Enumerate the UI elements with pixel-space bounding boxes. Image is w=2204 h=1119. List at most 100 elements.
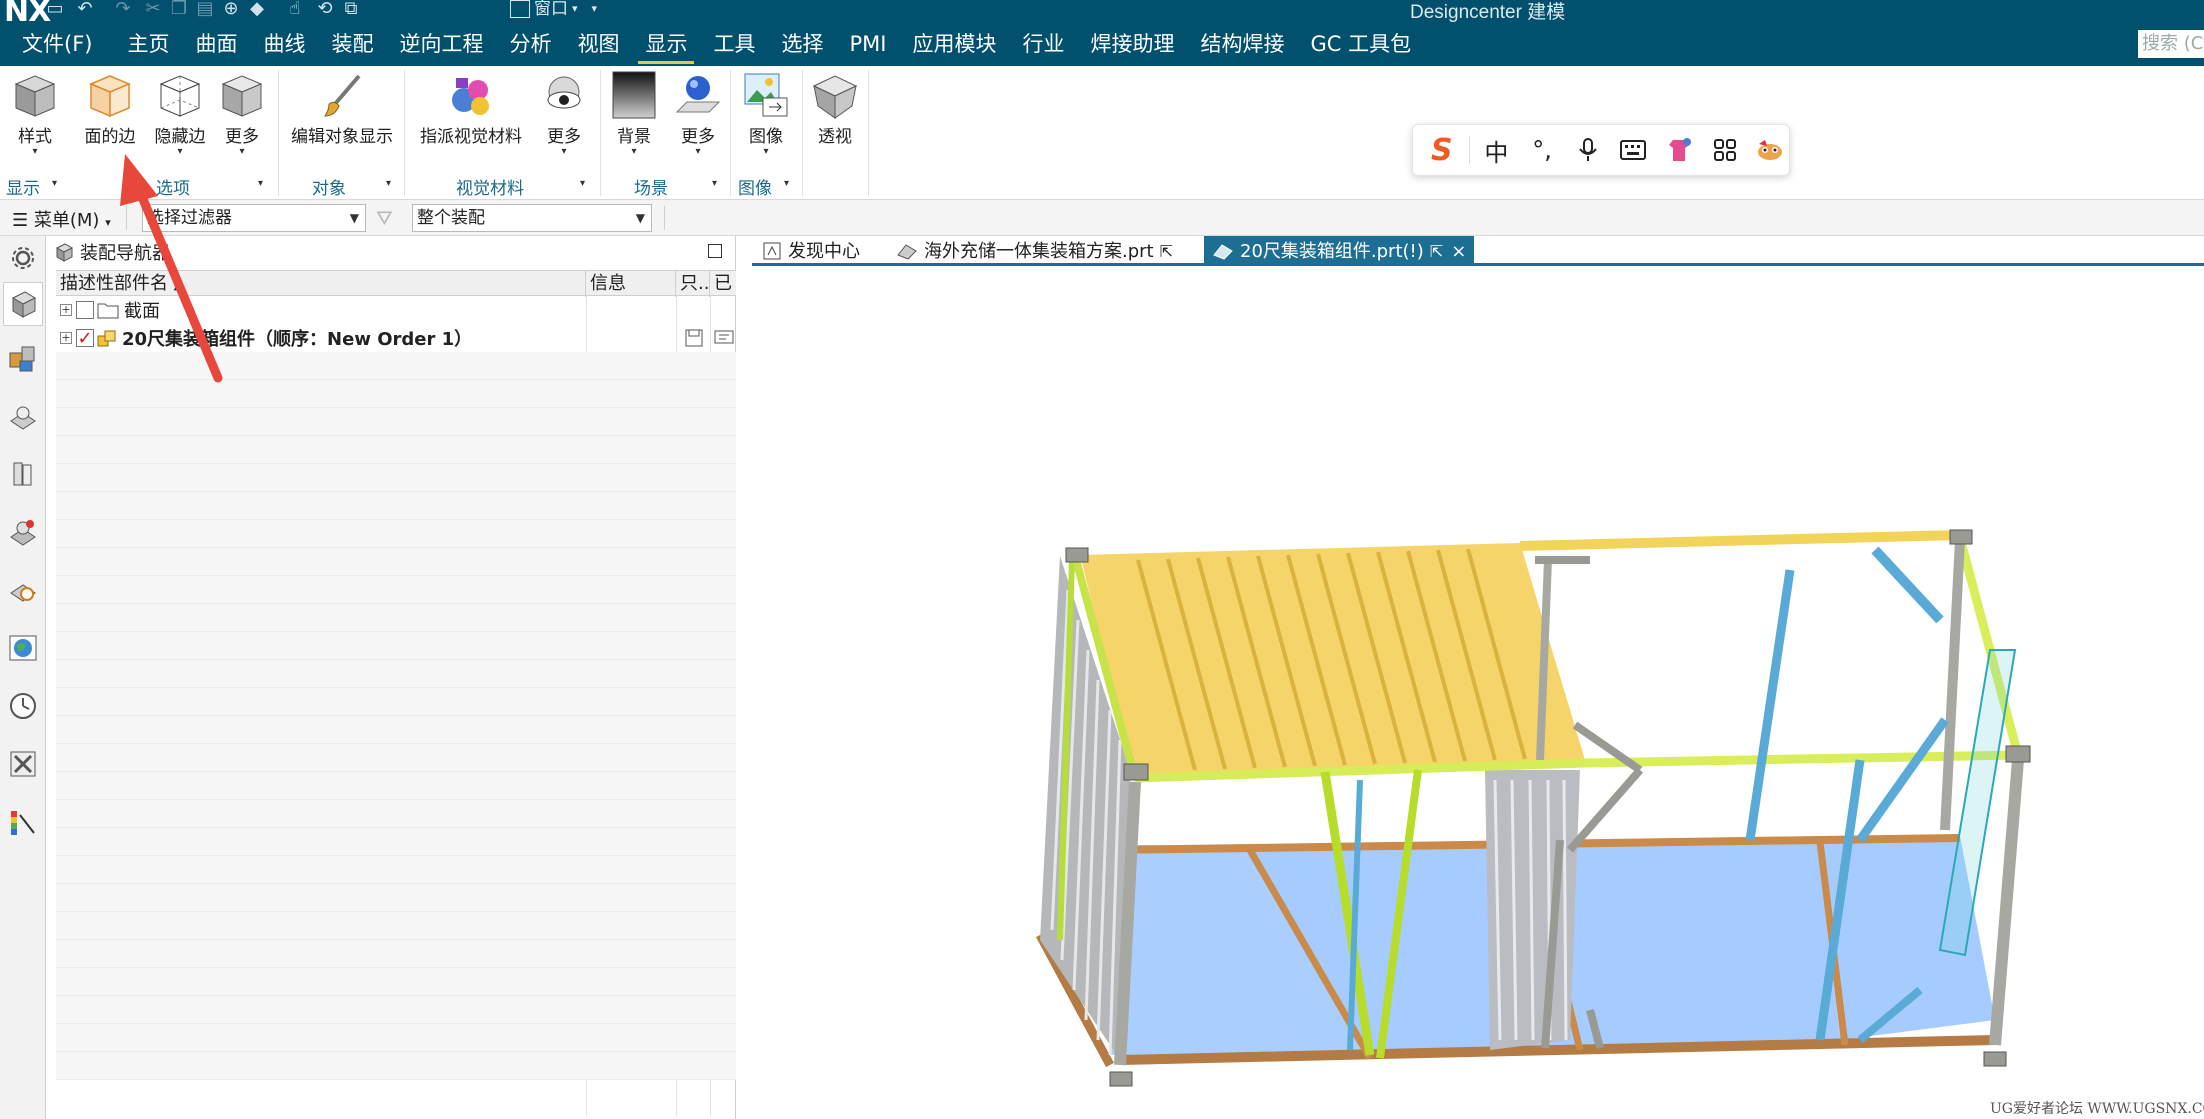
keyboard-icon[interactable] — [1614, 131, 1652, 169]
menu-surface[interactable]: 曲面 — [182, 22, 250, 66]
column-header-modified[interactable]: 已 — [710, 271, 736, 297]
menu-analysis[interactable]: 分析 — [496, 22, 564, 66]
face-edges-button[interactable]: 面的边 — [78, 70, 142, 147]
assembly-scope-dropdown[interactable]: 整个装配 ▼ — [412, 204, 652, 232]
container-3d-model[interactable] — [752, 269, 2204, 1119]
main-menu-button[interactable]: ☰ 菜单(M) ▾ — [12, 206, 111, 232]
tree-node-root-assembly[interactable]: + ✓ 20尺集装箱组件（顺序：New Order 1） — [60, 324, 472, 352]
menu-pmi[interactable]: PMI — [836, 22, 899, 66]
settings-gear-icon[interactable] — [5, 240, 41, 276]
menu-weld-assistant[interactable]: 焊接助理 — [1077, 22, 1187, 66]
customize-quick-access-icon[interactable]: ▾ — [592, 0, 598, 18]
hidden-edges-button[interactable]: 隐藏边 ▾ — [148, 70, 212, 157]
menu-assembly[interactable]: 装配 — [318, 22, 386, 66]
more-edges-button[interactable]: 更多 ▾ — [216, 70, 268, 157]
mascot-icon[interactable] — [1751, 131, 1789, 169]
repeat-command-icon[interactable]: ⊕ — [218, 0, 244, 18]
paint-brush-icon — [317, 70, 367, 120]
process-studio-icon[interactable] — [5, 746, 41, 782]
menu-file[interactable]: 文件(F) — [0, 22, 114, 66]
reuse-library-icon[interactable] — [5, 456, 41, 492]
table-row — [56, 576, 736, 604]
chevron-down-icon: ▾ — [763, 146, 769, 157]
visibility-checkbox[interactable] — [76, 301, 94, 319]
menu-selection[interactable]: 选择 — [768, 22, 836, 66]
menu-gc-toolkit[interactable]: GC 工具包 — [1297, 22, 1424, 66]
assign-visual-material-button[interactable]: 指派视觉材料 — [418, 70, 524, 147]
microphone-icon[interactable] — [1569, 131, 1607, 169]
background-button[interactable]: 背景 ▾ — [606, 70, 662, 157]
touch-mode-icon[interactable]: ☝ — [282, 0, 308, 18]
maximize-panel-icon[interactable] — [708, 244, 722, 258]
group-scene-dropdown[interactable]: ▾ — [712, 178, 717, 189]
tree-node-label: 截面 — [124, 301, 160, 322]
visibility-checkbox[interactable]: ✓ — [76, 328, 94, 349]
tab-20ft-container-assembly[interactable]: 20尺集装箱组件.prt(!) ⇱ × — [1204, 236, 1475, 266]
menu-reverse-engineering[interactable]: 逆向工程 — [386, 22, 496, 66]
close-icon[interactable]: × — [1451, 237, 1466, 266]
undo-icon[interactable]: ↶ — [72, 0, 98, 18]
image-button[interactable]: 图像 ▾ — [738, 70, 794, 157]
display-mode-icon[interactable]: ◆ — [244, 0, 270, 18]
table-row — [56, 1024, 736, 1052]
menu-applications[interactable]: 应用模块 — [899, 22, 1009, 66]
system-materials-icon[interactable] — [5, 804, 41, 840]
external-edit-icon[interactable]: ⇱ — [1160, 237, 1173, 266]
group-label-scene: 场景 — [634, 179, 668, 199]
menu-structure-welding[interactable]: 结构焊接 — [1187, 22, 1297, 66]
tab-discovery-center[interactable]: 发现中心 — [754, 236, 868, 266]
orient-view-icon[interactable]: ⟲ — [312, 0, 338, 18]
menu-display[interactable]: 显示 — [632, 22, 700, 66]
assembly-navigator-tab[interactable] — [3, 282, 43, 326]
window-menu[interactable]: 窗口 ▾ ▾ — [510, 0, 597, 18]
group-edges-dropdown[interactable]: ▾ — [258, 178, 263, 189]
perspective-button[interactable]: 透视 — [808, 70, 862, 147]
hd3d-tools-icon[interactable] — [5, 514, 41, 550]
group-label-visual-material: 视觉材料 — [456, 179, 524, 199]
filter-funnel-icon[interactable]: ⛛ — [376, 206, 393, 230]
ime-language-toggle[interactable]: 中 — [1478, 131, 1516, 169]
cut-icon[interactable]: ✂ — [140, 0, 166, 18]
menu-view[interactable]: 视图 — [564, 22, 632, 66]
skin-shirt-icon[interactable] — [1660, 131, 1698, 169]
globe-icon[interactable] — [5, 630, 41, 666]
tab-container-plan-part[interactable]: 海外充储一体集装箱方案.prt ⇱ — [888, 236, 1181, 266]
paste-icon[interactable]: ▤ — [192, 0, 218, 18]
selection-filter-dropdown[interactable]: 选择过滤器 ▼ — [142, 204, 366, 232]
sogou-logo-icon[interactable]: S — [1423, 131, 1461, 169]
part-navigator-icon[interactable] — [5, 398, 41, 434]
menu-curve[interactable]: 曲线 — [250, 22, 318, 66]
window-switch-icon[interactable]: ⧉ — [338, 0, 364, 18]
assembly-cube-icon — [55, 243, 74, 262]
tree-node-section[interactable]: + 截面 — [60, 296, 160, 324]
group-object-dropdown[interactable]: ▾ — [386, 178, 391, 189]
group-visual-material-dropdown[interactable]: ▾ — [580, 178, 585, 189]
more-scene-button[interactable]: 更多 ▾ — [670, 70, 726, 157]
web-browser-icon[interactable] — [5, 572, 41, 608]
more-material-button[interactable]: 更多 ▾ — [536, 70, 592, 157]
redo-icon[interactable]: ↷ — [110, 0, 136, 18]
graphics-window[interactable] — [752, 269, 2204, 1119]
ime-punctuation-toggle[interactable]: °, — [1523, 131, 1561, 169]
history-clock-icon[interactable] — [5, 688, 41, 724]
column-header-info[interactable]: 信息 — [586, 271, 676, 297]
save-icon[interactable]: ▭ — [42, 0, 68, 18]
forum-watermark: UG爱好者论坛 WWW.UGSNX.COM — [1990, 1101, 2204, 1117]
column-header-part-name[interactable]: 描述性部件名 ▲ — [56, 271, 586, 297]
group-display-dropdown[interactable]: ▾ — [52, 178, 57, 189]
expand-icon[interactable]: + — [60, 304, 72, 316]
menu-home[interactable]: 主页 — [114, 22, 182, 66]
copy-icon[interactable]: ❐ — [166, 0, 192, 18]
tab-label: 海外充储一体集装箱方案.prt — [924, 240, 1154, 262]
toolbox-grid-icon[interactable] — [1706, 131, 1744, 169]
menu-tools[interactable]: 工具 — [700, 22, 768, 66]
external-edit-icon[interactable]: ⇱ — [1430, 237, 1443, 266]
column-header-readonly[interactable]: 只.. — [676, 271, 710, 297]
group-image-dropdown[interactable]: ▾ — [784, 178, 789, 189]
constraint-navigator-icon[interactable] — [5, 340, 41, 376]
style-button[interactable]: 样式 ▾ — [8, 70, 62, 157]
edit-object-display-button[interactable]: 编辑对象显示 — [288, 70, 396, 147]
command-search-input[interactable]: 搜索 (Ctrl — [2138, 30, 2204, 58]
menu-industry[interactable]: 行业 — [1009, 22, 1077, 66]
expand-icon[interactable]: + — [60, 332, 72, 344]
